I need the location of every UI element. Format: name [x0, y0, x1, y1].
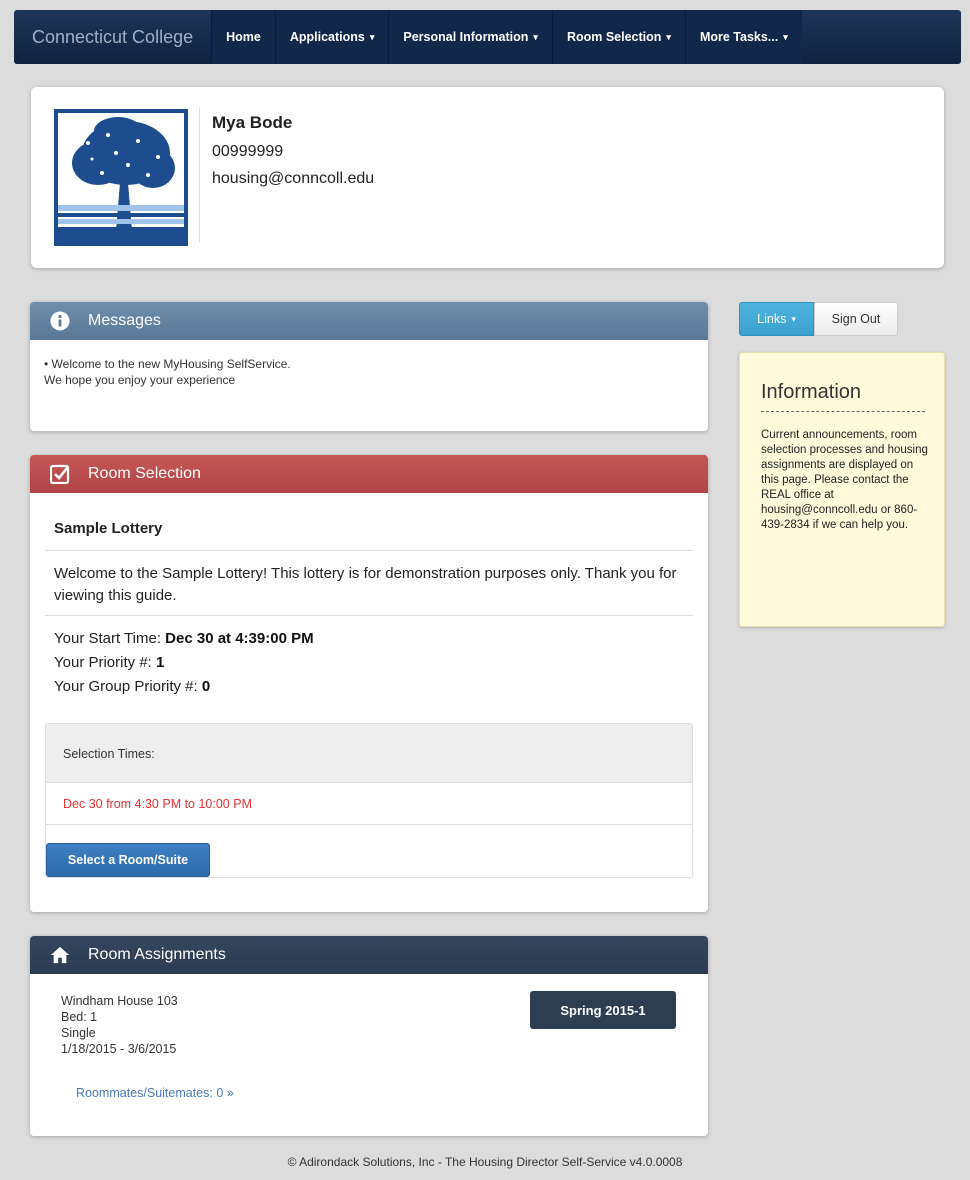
profile-id: 00999999	[212, 143, 284, 160]
message-line: • Welcome to the new MyHousing SelfServi…	[44, 357, 291, 371]
start-time-row: Your Start Time: Dec 30 at 4:39:00 PM	[54, 627, 314, 651]
caret-down-icon: ▾	[791, 313, 796, 324]
college-logo	[54, 109, 188, 246]
priority-row: Your Priority #: 1	[54, 651, 314, 675]
home-icon	[50, 945, 70, 965]
room-assignments-header: Room Assignments	[30, 936, 708, 974]
lottery-details: Your Start Time: Dec 30 at 4:39:00 PM Yo…	[54, 627, 314, 699]
caret-down-icon: ▾	[533, 31, 538, 42]
nav-personal-information[interactable]: Personal Information ▾	[388, 10, 552, 64]
nav-room-selection[interactable]: Room Selection ▾	[551, 10, 685, 64]
nav-personal-information-label: Personal Information	[403, 30, 529, 44]
assignment-details: Windham House 103 Bed: 1 Single 1/18/201…	[61, 993, 178, 1057]
nav-home-label: Home	[226, 30, 261, 44]
information-box: Information Current announcements, room …	[739, 352, 945, 627]
profile-name: Mya Bode	[212, 113, 293, 132]
assignment-bed: Bed: 1	[61, 1010, 98, 1024]
caret-down-icon: ▾	[783, 31, 788, 42]
nav-home[interactable]: Home	[211, 10, 275, 64]
room-selection-panel: Room Selection Sample Lottery Welcome to…	[30, 455, 708, 912]
nav-applications-label: Applications	[289, 30, 365, 44]
nav-applications[interactable]: Applications ▾	[274, 10, 389, 64]
tree-logo-icon	[58, 113, 184, 242]
lottery-title: Sample Lottery	[54, 520, 163, 537]
divider	[45, 550, 693, 551]
assignment-type: Single	[61, 1026, 96, 1040]
assignment-dates: 1/18/2015 - 3/6/2015	[61, 1042, 177, 1056]
selection-times-header: Selection Times:	[46, 724, 692, 783]
assignment-building: Windham House 103	[61, 994, 178, 1008]
messages-header: Messages	[30, 302, 708, 340]
nav-more-tasks-label: More Tasks...	[699, 30, 779, 44]
sign-out-button[interactable]: Sign Out	[814, 302, 898, 336]
nav-more-tasks[interactable]: More Tasks... ▾	[684, 10, 802, 64]
message-line: We hope you enjoy your experience	[44, 373, 236, 387]
profile-card: Mya Bode 00999999 housing@conncoll.edu	[31, 87, 944, 268]
links-label: Links	[757, 312, 787, 326]
profile-email: housing@conncoll.edu	[212, 170, 375, 187]
dashed-divider	[761, 411, 925, 412]
caret-down-icon: ▾	[666, 31, 671, 42]
messages-body: • Welcome to the new MyHousing SelfServi…	[30, 340, 708, 404]
select-room-button[interactable]: Select a Room/Suite	[46, 843, 210, 877]
room-selection-title: Room Selection	[88, 465, 201, 482]
top-navbar: Connecticut College Home Applications ▾ …	[14, 10, 961, 64]
selection-time-row: Dec 30 from 4:30 PM to 10:00 PM	[46, 783, 692, 825]
information-title: Information	[761, 381, 862, 403]
term-button[interactable]: Spring 2015-1	[530, 991, 676, 1029]
room-assignments-panel: Room Assignments Windham House 103 Bed: …	[30, 936, 708, 1136]
room-selection-header: Room Selection	[30, 455, 708, 493]
messages-title: Messages	[88, 312, 161, 329]
brand-link[interactable]: Connecticut College	[14, 10, 211, 64]
messages-panel: Messages • Welcome to the new MyHousing …	[30, 302, 708, 431]
start-time-label: Your Start Time:	[54, 630, 161, 647]
selection-times-box: Selection Times: Dec 30 from 4:30 PM to …	[45, 723, 693, 878]
start-time-value: Dec 30 at 4:39:00 PM	[165, 630, 314, 647]
group-priority-label: Your Group Priority #:	[54, 678, 198, 695]
lottery-description: Welcome to the Sample Lottery! This lott…	[54, 565, 677, 604]
roommates-link[interactable]: Roommates/Suitemates: 0 »	[76, 1086, 234, 1100]
priority-value: 1	[156, 654, 165, 671]
room-assignments-title: Room Assignments	[88, 946, 226, 963]
info-icon	[50, 311, 70, 331]
caret-down-icon: ▾	[369, 31, 375, 42]
information-text: Current announcements, room selection pr…	[761, 429, 928, 531]
group-priority-value: 0	[201, 678, 211, 695]
checkbox-icon	[50, 464, 70, 484]
divider	[45, 615, 693, 616]
group-priority-row: Your Group Priority #: 0	[54, 675, 314, 699]
profile-divider	[199, 107, 200, 242]
footer: © Adirondack Solutions, Inc - The Housin…	[287, 1155, 683, 1169]
nav-room-selection-label: Room Selection	[566, 30, 662, 44]
links-dropdown-button[interactable]: Links ▾	[739, 302, 814, 336]
priority-label: Your Priority #:	[54, 654, 152, 671]
